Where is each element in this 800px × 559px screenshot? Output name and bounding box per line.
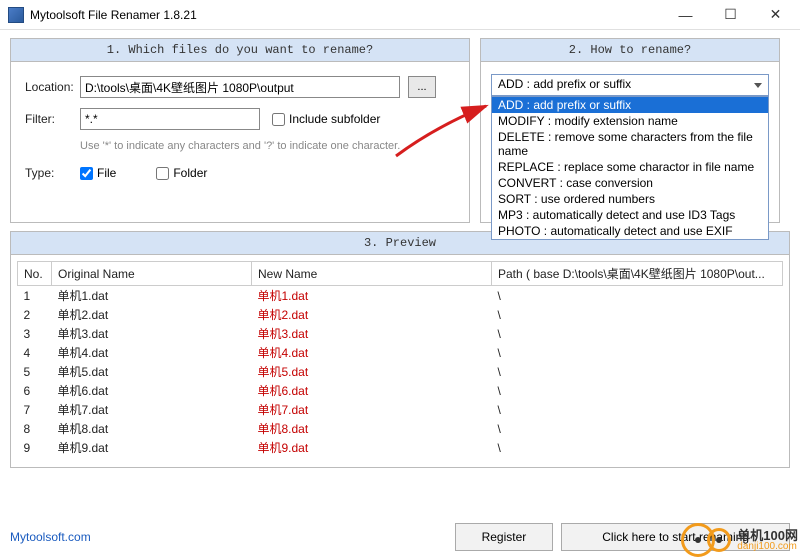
cell-no: 8 [18,419,52,438]
location-input[interactable] [80,76,400,98]
cell-path: \ [492,381,783,400]
cell-no: 4 [18,343,52,362]
include-subfolder-label: Include subfolder [289,112,380,126]
col-path[interactable]: Path ( base D:\tools\桌面\4K壁纸图片 1080P\out… [492,262,783,286]
cell-path: \ [492,286,783,306]
cell-no: 7 [18,400,52,419]
table-row[interactable]: 6单机6.dat单机6.dat\ [18,381,783,400]
col-no[interactable]: No. [18,262,52,286]
panel2-header: 2. How to rename? [481,39,779,62]
table-row[interactable]: 8单机8.dat单机8.dat\ [18,419,783,438]
cell-newname: 单机2.dat [252,305,492,324]
cell-newname: 单机5.dat [252,362,492,381]
cell-original: 单机2.dat [52,305,252,324]
cell-original: 单机6.dat [52,381,252,400]
cell-original: 单机4.dat [52,343,252,362]
website-link[interactable]: Mytoolsoft.com [10,530,91,544]
cell-newname: 单机9.dat [252,438,492,457]
maximize-button[interactable]: ☐ [708,1,753,29]
preview-table: No. Original Name New Name Path ( base D… [17,261,783,457]
col-original[interactable]: Original Name [52,262,252,286]
app-icon [8,7,24,23]
type-file-label: File [97,166,116,180]
panel1-header: 1. Which files do you want to rename? [11,39,469,62]
panel-which-files: 1. Which files do you want to rename? Lo… [10,38,470,223]
table-row[interactable]: 3单机3.dat单机3.dat\ [18,324,783,343]
col-newname[interactable]: New Name [252,262,492,286]
cell-path: \ [492,324,783,343]
cell-original: 单机7.dat [52,400,252,419]
filter-hint: Use '*' to indicate any characters and '… [80,140,455,152]
rename-mode-option[interactable]: DELETE : remove some characters from the… [492,129,768,159]
cell-original: 单机3.dat [52,324,252,343]
panel-preview: 3. Preview No. Original Name New Name Pa… [10,231,790,468]
type-folder-input[interactable] [156,167,169,180]
register-button[interactable]: Register [455,523,554,551]
cell-no: 3 [18,324,52,343]
cell-path: \ [492,400,783,419]
cell-newname: 单机6.dat [252,381,492,400]
cell-no: 2 [18,305,52,324]
location-label: Location: [25,80,80,94]
cell-no: 6 [18,381,52,400]
table-row[interactable]: 2单机2.dat单机2.dat\ [18,305,783,324]
table-row[interactable]: 9单机9.dat单机9.dat\ [18,438,783,457]
type-file-checkbox[interactable]: File [80,166,116,180]
cell-path: \ [492,438,783,457]
type-folder-label: Folder [173,166,207,180]
cell-path: \ [492,362,783,381]
rename-mode-option[interactable]: MP3 : automatically detect and use ID3 T… [492,207,768,223]
filter-label: Filter: [25,112,80,126]
cell-path: \ [492,305,783,324]
cell-newname: 单机1.dat [252,286,492,306]
rename-mode-dropdown: ADD : add prefix or suffixMODIFY : modif… [491,96,769,240]
table-row[interactable]: 5单机5.dat单机5.dat\ [18,362,783,381]
rename-mode-option[interactable]: MODIFY : modify extension name [492,113,768,129]
rename-mode-select[interactable]: ADD : add prefix or suffix [491,74,769,96]
cell-no: 9 [18,438,52,457]
cell-newname: 单机8.dat [252,419,492,438]
footer: Mytoolsoft.com Register Click here to st… [10,523,790,551]
cell-original: 单机1.dat [52,286,252,306]
cell-path: \ [492,419,783,438]
panel-how-rename: 2. How to rename? ADD : add prefix or su… [480,38,780,223]
start-renaming-button[interactable]: Click here to start renaming [561,523,790,551]
table-row[interactable]: 1单机1.dat单机1.dat\ [18,286,783,306]
close-button[interactable]: ✕ [753,1,798,29]
rename-mode-option[interactable]: PHOTO : automatically detect and use EXI… [492,223,768,239]
cell-original: 单机8.dat [52,419,252,438]
rename-mode-option[interactable]: CONVERT : case conversion [492,175,768,191]
browse-button[interactable]: ... [408,76,436,98]
include-subfolder-input[interactable] [272,113,285,126]
table-row[interactable]: 4单机4.dat单机4.dat\ [18,343,783,362]
cell-no: 1 [18,286,52,306]
cell-newname: 单机4.dat [252,343,492,362]
table-row[interactable]: 7单机7.dat单机7.dat\ [18,400,783,419]
include-subfolder-checkbox[interactable]: Include subfolder [272,112,380,126]
type-folder-checkbox[interactable]: Folder [156,166,207,180]
cell-newname: 单机3.dat [252,324,492,343]
minimize-button[interactable]: — [663,1,708,29]
cell-path: \ [492,343,783,362]
rename-mode-option[interactable]: SORT : use ordered numbers [492,191,768,207]
rename-mode-option[interactable]: REPLACE : replace some charactor in file… [492,159,768,175]
window-title: Mytoolsoft File Renamer 1.8.21 [30,8,663,22]
rename-mode-option[interactable]: ADD : add prefix or suffix [492,97,768,113]
type-file-input[interactable] [80,167,93,180]
type-label: Type: [25,166,80,180]
cell-original: 单机9.dat [52,438,252,457]
filter-input[interactable] [80,108,260,130]
cell-no: 5 [18,362,52,381]
cell-original: 单机5.dat [52,362,252,381]
cell-newname: 单机7.dat [252,400,492,419]
titlebar: Mytoolsoft File Renamer 1.8.21 — ☐ ✕ [0,0,800,30]
